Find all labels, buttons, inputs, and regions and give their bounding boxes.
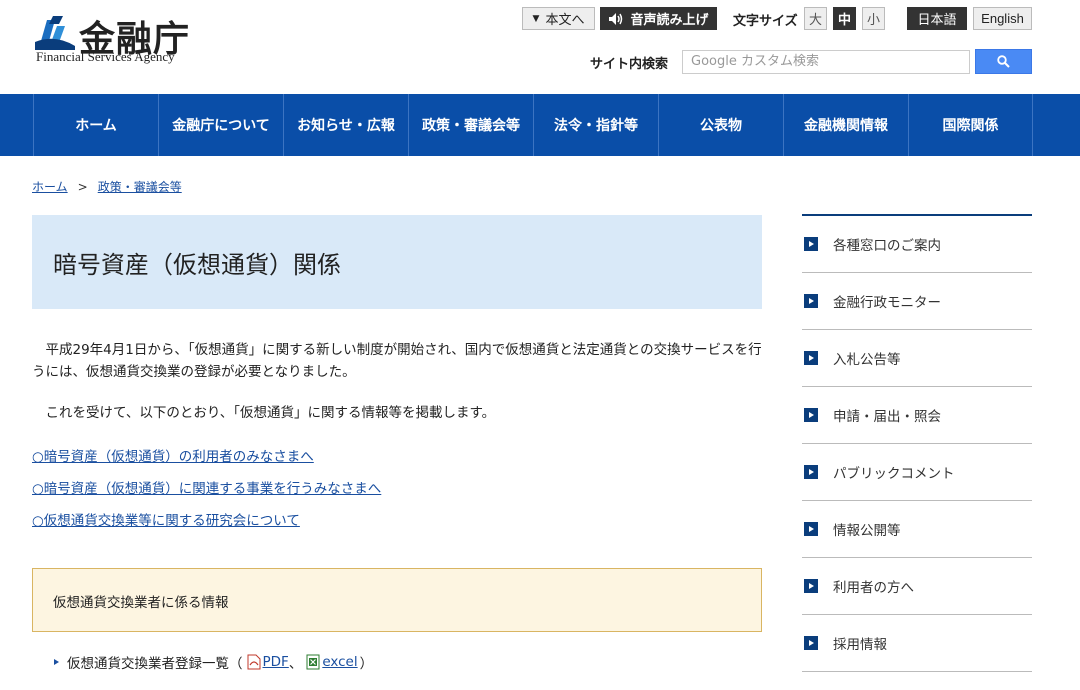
link-businesses[interactable]: ○暗号資産（仮想通貨）に関連する事業を行うみなさまへ — [32, 477, 381, 497]
excel-file-icon — [306, 654, 320, 670]
arrow-right-icon — [804, 465, 818, 479]
voice-label: 音声読み上げ — [630, 13, 709, 28]
font-size-small-button[interactable]: 小 — [862, 7, 885, 30]
breadcrumb-home-link[interactable]: ホーム — [32, 180, 68, 194]
pdf-file-icon — [247, 654, 260, 670]
font-size-label: 文字サイズ — [733, 14, 798, 29]
sidebar-item-label: 情報公開等 — [833, 523, 901, 539]
nav-item-institutions[interactable]: 金融機関情報 — [783, 94, 908, 156]
sidebar-item-label: 利用者の方へ — [833, 580, 914, 596]
arrow-right-icon — [804, 408, 818, 422]
bullet-triangle-icon — [54, 659, 59, 665]
sidebar-item-monitor[interactable]: 金融行政モニター — [802, 273, 1032, 330]
arrow-right-icon — [804, 579, 818, 593]
page-title-box: 暗号資産（仮想通貨）関係 — [32, 215, 762, 309]
sidebar-item-contacts[interactable]: 各種窓口のご案内 — [802, 216, 1032, 273]
search-icon — [997, 55, 1010, 68]
link-study-group[interactable]: ○仮想通貨交換業等に関する研究会について — [32, 509, 300, 529]
triangle-down-icon: ▼ — [532, 13, 540, 24]
nav-item-news[interactable]: お知らせ・広報 — [283, 94, 408, 156]
breadcrumb-separator: > — [77, 180, 88, 194]
nav-item-policy[interactable]: 政策・審議会等 — [408, 94, 533, 156]
sidebar-item-label: パブリックコメント — [833, 466, 955, 482]
nav-item-about[interactable]: 金融庁について — [158, 94, 283, 156]
sidebar-item-label: 金融行政モニター — [833, 295, 941, 311]
voice-readout-button[interactable]: 音声読み上げ — [600, 7, 717, 30]
breadcrumb: ホーム > 政策・審議会等 — [32, 178, 182, 195]
language-english-button[interactable]: English — [973, 7, 1032, 30]
close-paren: ） — [359, 656, 374, 672]
registry-list-item: 仮想通貨交換業者登録一覧（ PDF 、 excel ） — [54, 652, 373, 672]
logo-subtitle: Financial Services Agency — [36, 49, 175, 64]
sidebar-item-bids[interactable]: 入札公告等 — [802, 330, 1032, 387]
comma-separator: 、 — [288, 656, 303, 672]
sidebar-item-recruitment[interactable]: 採用情報 — [802, 615, 1032, 672]
nav-item-publications[interactable]: 公表物 — [658, 94, 783, 156]
font-size-medium-button[interactable]: 中 — [833, 7, 856, 30]
site-search-label: サイト内検索 — [590, 57, 669, 72]
fsa-logo[interactable]: 金融庁 Financial Services Agency — [35, 12, 195, 68]
info-box-title: 仮想通貨交換業者に係る情報 — [53, 595, 229, 611]
excel-link[interactable]: excel — [322, 654, 357, 670]
link-users[interactable]: ○暗号資産（仮想通貨）の利用者のみなさまへ — [32, 445, 314, 465]
speaker-icon — [609, 12, 623, 25]
arrow-right-icon — [804, 237, 818, 251]
sidebar-item-label: 採用情報 — [833, 637, 887, 653]
pdf-link[interactable]: PDF — [263, 654, 289, 670]
arrow-right-icon — [804, 294, 818, 308]
arrow-right-icon — [804, 522, 818, 536]
font-size-large-button[interactable]: 大 — [804, 7, 827, 30]
page-title: 暗号資産（仮想通貨）関係 — [53, 251, 341, 279]
arrow-right-icon — [804, 351, 818, 365]
arrow-right-icon — [804, 636, 818, 650]
fsa-logo-mark-icon — [35, 16, 75, 50]
nav-item-international[interactable]: 国際関係 — [908, 94, 1033, 156]
sidebar-menu: 各種窓口のご案内 金融行政モニター 入札公告等 申請・届出・照会 パブリックコメ… — [802, 214, 1032, 672]
sidebar-item-label: 各種窓口のご案内 — [833, 238, 941, 254]
language-japanese-button[interactable]: 日本語 — [907, 7, 967, 30]
search-input[interactable]: Google カスタム検索 — [682, 50, 970, 74]
sidebar-item-users[interactable]: 利用者の方へ — [802, 558, 1032, 615]
sidebar-item-applications[interactable]: 申請・届出・照会 — [802, 387, 1032, 444]
registry-label: 仮想通貨交換業者登録一覧（ — [67, 656, 243, 672]
sidebar-item-disclosure[interactable]: 情報公開等 — [802, 501, 1032, 558]
search-button[interactable] — [975, 49, 1032, 74]
breadcrumb-policy-link[interactable]: 政策・審議会等 — [98, 180, 182, 194]
skip-to-content-button[interactable]: ▼ 本文へ — [522, 7, 595, 30]
sidebar-item-label: 入札公告等 — [833, 352, 901, 368]
intro-paragraph: 平成29年4月1日から、「仮想通貨」に関する新しい制度が開始され、国内で仮想通貨… — [32, 342, 762, 380]
exchange-info-box: 仮想通貨交換業者に係る情報 — [32, 568, 762, 632]
site-header: 金融庁 Financial Services Agency ▼ 本文へ 音声読み… — [0, 0, 1080, 94]
sidebar-item-label: 申請・届出・照会 — [833, 409, 941, 425]
nav-item-home[interactable]: ホーム — [33, 94, 158, 156]
skip-label: 本文へ — [545, 13, 585, 28]
global-nav: ホーム 金融庁について お知らせ・広報 政策・審議会等 法令・指針等 公表物 金… — [0, 94, 1080, 156]
nav-item-laws[interactable]: 法令・指針等 — [533, 94, 658, 156]
sidebar-item-public-comment[interactable]: パブリックコメント — [802, 444, 1032, 501]
info-paragraph: これを受けて、以下のとおり、「仮想通貨」に関する情報等を掲載します。 — [32, 405, 496, 421]
